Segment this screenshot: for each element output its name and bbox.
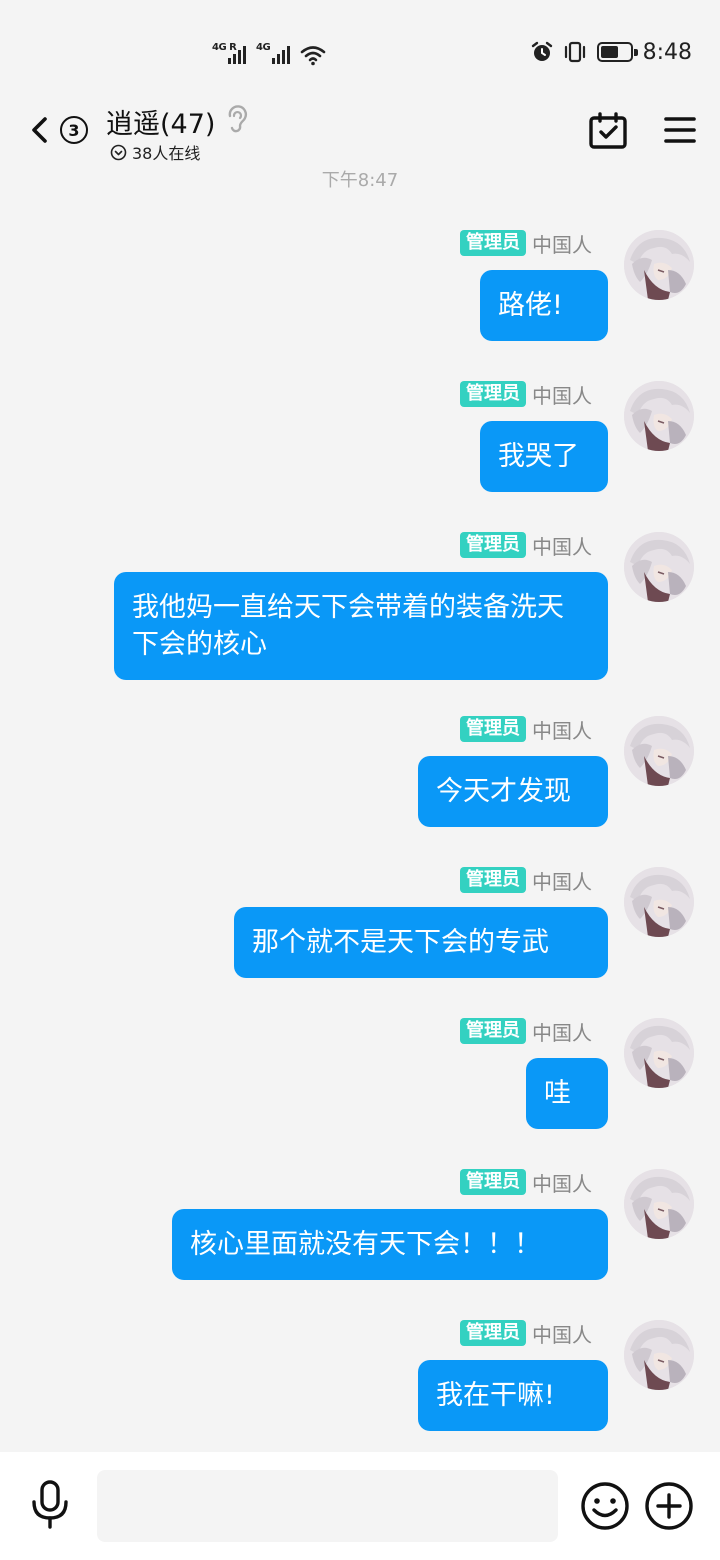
battery-icon (596, 42, 638, 62)
message-bubble[interactable]: 核心里面就没有天下会！！！ (172, 1209, 608, 1280)
admin-badge: 管理员 (460, 532, 526, 558)
online-status[interactable]: 38人在线 (110, 140, 200, 164)
alarm-icon (531, 41, 552, 61)
hamburger-menu-icon[interactable] (664, 116, 696, 144)
avatar-image (624, 716, 694, 786)
vibrate-icon (564, 41, 585, 63)
avatar[interactable] (624, 867, 694, 937)
microphone-icon[interactable] (28, 1480, 72, 1530)
avatar[interactable] (624, 532, 694, 602)
message-meta: 管理员 中国人 (460, 531, 592, 560)
avatar-image (624, 230, 694, 300)
input-bar (0, 1452, 720, 1560)
avatar-image (624, 381, 694, 451)
avatar[interactable] (624, 1018, 694, 1088)
admin-badge: 管理员 (460, 1320, 526, 1346)
clock-time: 8:48 (642, 39, 692, 65)
message-bubble[interactable]: 我哭了 (480, 421, 608, 492)
avatar[interactable] (624, 1169, 694, 1239)
sender-nickname[interactable]: 中国人 (532, 866, 592, 895)
message-bubble[interactable]: 哇 (526, 1058, 608, 1129)
time-divider: 下午8:47 (321, 170, 399, 190)
chevron-left-icon[interactable] (26, 114, 54, 146)
admin-badge: 管理员 (460, 381, 526, 407)
avatar[interactable] (624, 716, 694, 786)
message-bubble[interactable]: 今天才发现 (418, 756, 608, 827)
sender-nickname[interactable]: 中国人 (532, 1168, 592, 1197)
message-bubble[interactable]: 路佬! (480, 270, 608, 341)
cellular-signal-2-icon: 4G (256, 40, 290, 66)
chat-messages[interactable]: 下午8:47 管理员 中国人 路佬! 管理员 中国人 我哭了 管理员 中国人 我… (0, 168, 720, 1452)
message-meta: 管理员 中国人 (460, 866, 592, 895)
avatar-image (624, 867, 694, 937)
online-count-text: 38人在线 (132, 144, 201, 163)
emoji-icon[interactable] (580, 1481, 630, 1531)
avatar-image (624, 532, 694, 602)
message-meta: 管理员 中国人 (460, 229, 592, 258)
message-meta: 管理员 中国人 (460, 1319, 592, 1348)
message-bubble[interactable]: 我他妈一直给天下会带着的装备洗天下会的核心 (114, 572, 608, 680)
signal-2-label: 4G (256, 42, 271, 53)
sender-nickname[interactable]: 中国人 (532, 531, 592, 560)
sender-nickname[interactable]: 中国人 (532, 380, 592, 409)
chat-header: 3 逍遥(47) 38人在线 (0, 96, 720, 172)
message-meta: 管理员 中国人 (460, 715, 592, 744)
sender-nickname[interactable]: 中国人 (532, 1017, 592, 1046)
chevron-down-circle-icon (110, 144, 127, 160)
avatar-image (624, 1018, 694, 1088)
message-meta: 管理员 中国人 (460, 380, 592, 409)
calendar-check-icon[interactable] (588, 112, 628, 150)
status-bar: 4G R 4G 8:48 (0, 0, 720, 100)
status-indicators: 4G R 4G (212, 36, 326, 66)
plus-circle-icon[interactable] (644, 1481, 694, 1531)
status-right: 8:48 (531, 36, 692, 68)
message-meta: 管理员 中国人 (460, 1168, 592, 1197)
wifi-icon (300, 46, 326, 66)
cellular-signal-1-icon: 4G R (212, 40, 246, 66)
admin-badge: 管理员 (460, 1169, 526, 1195)
sender-nickname[interactable]: 中国人 (532, 1319, 592, 1348)
admin-badge: 管理员 (460, 867, 526, 893)
ear-icon[interactable] (224, 104, 250, 134)
message-meta: 管理员 中国人 (460, 1017, 592, 1046)
avatar-image (624, 1169, 694, 1239)
admin-badge: 管理员 (460, 716, 526, 742)
group-title[interactable]: 逍遥(47) (106, 102, 215, 141)
sender-nickname[interactable]: 中国人 (532, 715, 592, 744)
avatar[interactable] (624, 230, 694, 300)
admin-badge: 管理员 (460, 230, 526, 256)
message-bubble[interactable]: 那个就不是天下会的专武 (234, 907, 608, 978)
avatar[interactable] (624, 1320, 694, 1390)
message-input[interactable] (97, 1470, 558, 1542)
message-bubble[interactable]: 我在干嘛! (418, 1360, 608, 1431)
unread-count-badge[interactable]: 3 (60, 116, 88, 144)
avatar-image (624, 1320, 694, 1390)
admin-badge: 管理员 (460, 1018, 526, 1044)
sender-nickname[interactable]: 中国人 (532, 229, 592, 258)
avatar[interactable] (624, 381, 694, 451)
